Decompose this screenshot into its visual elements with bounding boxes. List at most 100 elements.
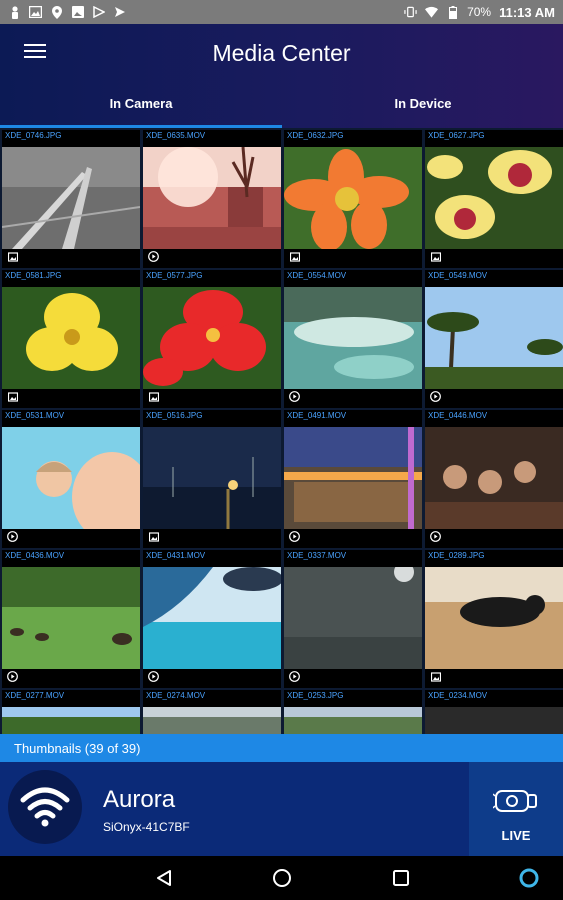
- thumbnail-image: [425, 427, 563, 529]
- media-item[interactable]: XDE_0516.JPG: [143, 410, 281, 548]
- video-badge-icon: [430, 531, 441, 542]
- media-item[interactable]: XDE_0577.JPG: [143, 270, 281, 408]
- thumbnail-image: [2, 427, 140, 529]
- app-header: Media Center In Camera In Device: [0, 24, 563, 128]
- photo-badge-icon: [148, 391, 159, 402]
- media-item[interactable]: XDE_0446.MOV: [425, 410, 563, 548]
- media-item[interactable]: XDE_0274.MOV: [143, 690, 281, 734]
- file-name: XDE_0289.JPG: [428, 551, 485, 560]
- thumbnail-image: [425, 287, 563, 389]
- thumbnail-image: [2, 147, 140, 249]
- video-badge-icon: [289, 531, 300, 542]
- play-store-icon: [92, 6, 105, 19]
- back-icon[interactable]: [152, 866, 176, 890]
- video-badge-icon: [289, 671, 300, 682]
- file-name: XDE_0632.JPG: [287, 131, 344, 140]
- file-name: XDE_0431.MOV: [146, 551, 206, 560]
- navigation-bar: [0, 856, 563, 900]
- file-name: XDE_0337.MOV: [287, 551, 347, 560]
- send-icon: [113, 6, 126, 19]
- photo-badge-icon: [430, 251, 441, 262]
- file-name: XDE_0577.JPG: [146, 271, 203, 280]
- file-name: XDE_0627.JPG: [428, 131, 485, 140]
- thumbnail-image: [143, 427, 281, 529]
- video-badge-icon: [7, 671, 18, 682]
- thumbnail-image: [425, 567, 563, 669]
- file-name: XDE_0234.MOV: [428, 691, 488, 700]
- thumbnail-image: [143, 707, 281, 734]
- assistant-icon[interactable]: [517, 866, 541, 890]
- thumbnail-image: [143, 147, 281, 249]
- file-name: XDE_0446.MOV: [428, 411, 488, 420]
- thumbnail-image: [425, 147, 563, 249]
- media-item[interactable]: XDE_0431.MOV: [143, 550, 281, 688]
- file-name: XDE_0581.JPG: [5, 271, 62, 280]
- photo-badge-icon: [7, 391, 18, 402]
- clock: 11:13 AM: [499, 4, 555, 20]
- video-badge-icon: [289, 391, 300, 402]
- file-name: XDE_0491.MOV: [287, 411, 347, 420]
- media-item[interactable]: XDE_0289.JPG: [425, 550, 563, 688]
- media-item[interactable]: XDE_0554.MOV: [284, 270, 422, 408]
- location-icon: [50, 5, 63, 19]
- device-name: Aurora: [103, 786, 176, 813]
- media-item[interactable]: XDE_0549.MOV: [425, 270, 563, 408]
- media-grid[interactable]: XDE_0746.JPG XDE_0635.MOV XDE_0632.JPG X…: [0, 128, 563, 734]
- device-panel: Aurora SiOnyx-41C7BF LIVE: [0, 762, 563, 856]
- media-item[interactable]: XDE_0746.JPG: [2, 130, 140, 268]
- photo-badge-icon: [430, 671, 441, 682]
- media-item[interactable]: XDE_0581.JPG: [2, 270, 140, 408]
- page-title: Media Center: [212, 40, 351, 66]
- wifi-icon: [425, 6, 439, 19]
- video-badge-icon: [7, 531, 18, 542]
- thumbnail-image: [284, 427, 422, 529]
- file-name: XDE_0277.MOV: [5, 691, 65, 700]
- thumbnail-image: [2, 567, 140, 669]
- media-item[interactable]: XDE_0627.JPG: [425, 130, 563, 268]
- tab-in-camera[interactable]: In Camera: [0, 96, 282, 128]
- photo-badge-icon: [148, 531, 159, 542]
- file-name: XDE_0274.MOV: [146, 691, 206, 700]
- thumbnail-image: [425, 707, 563, 734]
- media-item[interactable]: XDE_0635.MOV: [143, 130, 281, 268]
- file-name: XDE_0253.JPG: [287, 691, 344, 700]
- media-item[interactable]: XDE_0491.MOV: [284, 410, 422, 548]
- media-item[interactable]: XDE_0277.MOV: [2, 690, 140, 734]
- thumbnail-image: [2, 707, 140, 734]
- recents-icon[interactable]: [389, 866, 413, 890]
- file-name: XDE_0436.MOV: [5, 551, 65, 560]
- thumbnails-count-bar: Thumbnails (39 of 39): [0, 734, 563, 762]
- media-item[interactable]: XDE_0632.JPG: [284, 130, 422, 268]
- media-item[interactable]: XDE_0253.JPG: [284, 690, 422, 734]
- battery-percent: 70%: [467, 5, 492, 19]
- media-item[interactable]: XDE_0531.MOV: [2, 410, 140, 548]
- thumbnail-image: [2, 287, 140, 389]
- video-badge-icon: [430, 391, 441, 402]
- thumbnail-image: [284, 707, 422, 734]
- tab-label: In Camera: [109, 96, 173, 111]
- thumbnail-image: [284, 287, 422, 389]
- file-name: XDE_0554.MOV: [287, 271, 347, 280]
- thumbnail-image: [143, 567, 281, 669]
- media-item[interactable]: XDE_0337.MOV: [284, 550, 422, 688]
- person-icon: [8, 5, 21, 19]
- wifi-status-icon: [8, 770, 82, 844]
- thumbnail-image: [143, 287, 281, 389]
- image-icon: [29, 6, 42, 19]
- battery-icon: [446, 5, 459, 19]
- camera-icon: [492, 788, 539, 819]
- live-button[interactable]: LIVE: [469, 762, 563, 856]
- media-item[interactable]: XDE_0234.MOV: [425, 690, 563, 734]
- media-item[interactable]: XDE_0436.MOV: [2, 550, 140, 688]
- home-icon[interactable]: [270, 866, 294, 890]
- photo-badge-icon: [7, 251, 18, 262]
- tab-label: In Device: [394, 96, 452, 111]
- media-center-screen: 70% 11:13 AM Media Center In Camera In D…: [0, 0, 563, 900]
- device-id: SiOnyx-41C7BF: [103, 820, 190, 834]
- file-name: XDE_0635.MOV: [146, 131, 206, 140]
- tab-in-device[interactable]: In Device: [282, 96, 563, 128]
- thumbnails-count: Thumbnails (39 of 39): [14, 741, 141, 756]
- thumbnail-image: [284, 147, 422, 249]
- photo-badge-icon: [289, 251, 300, 262]
- file-name: XDE_0549.MOV: [428, 271, 488, 280]
